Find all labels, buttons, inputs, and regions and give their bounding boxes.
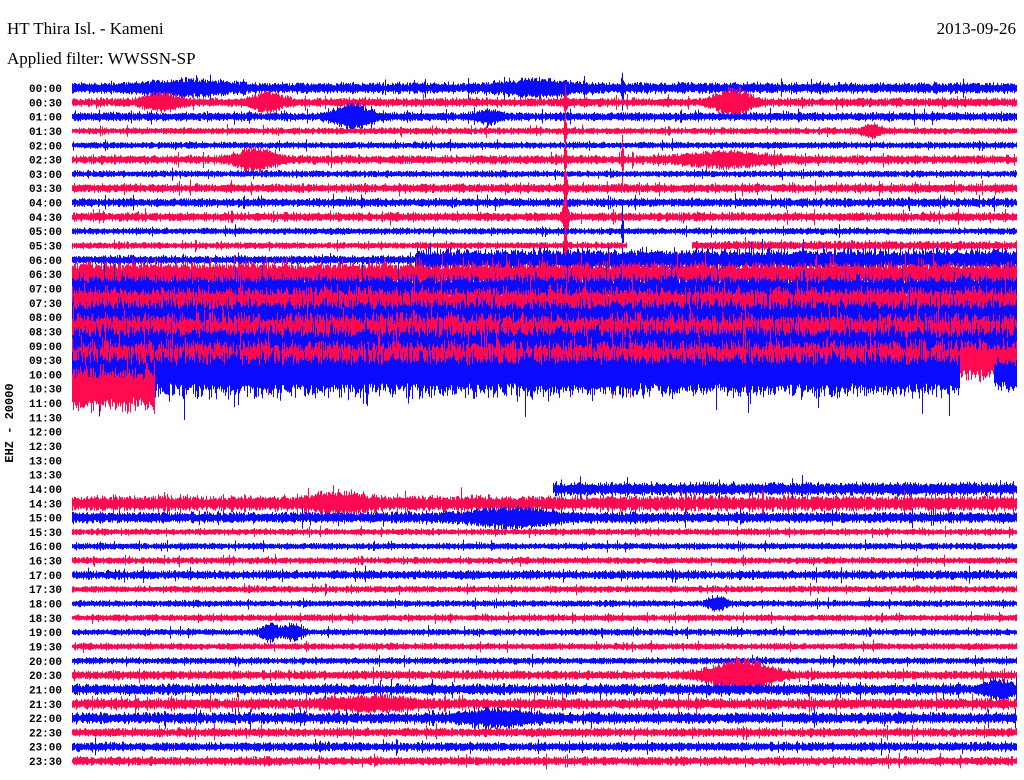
time-tick-label: 08:30 bbox=[29, 327, 62, 339]
trace-row-1530 bbox=[72, 525, 1017, 538]
time-tick-label: 21:00 bbox=[29, 685, 62, 697]
time-tick-label: 03:30 bbox=[29, 184, 62, 196]
time-tick-label: 01:30 bbox=[29, 127, 62, 139]
time-tick-label: 16:30 bbox=[29, 557, 62, 569]
trace-row-1800 bbox=[72, 594, 1017, 612]
time-tick-label: 05:00 bbox=[29, 227, 62, 239]
trace-row-2100 bbox=[72, 676, 1017, 703]
time-tick-label: 11:30 bbox=[29, 413, 62, 425]
trace-row-1830 bbox=[72, 611, 1017, 624]
time-tick-label: 17:00 bbox=[29, 571, 62, 583]
time-tick-label: 03:00 bbox=[29, 170, 62, 182]
time-tick-label: 00:00 bbox=[29, 84, 62, 96]
time-tick-label: 10:30 bbox=[29, 385, 62, 397]
trace-row-0300 bbox=[72, 167, 1017, 181]
time-tick-label: 02:30 bbox=[29, 156, 62, 168]
time-tick-label: 13:00 bbox=[29, 456, 62, 468]
trace-row-1900 bbox=[72, 622, 1017, 644]
time-tick-label: 07:00 bbox=[29, 284, 62, 296]
time-tick-label: 08:00 bbox=[29, 313, 62, 325]
time-tick-label: 22:30 bbox=[29, 728, 62, 740]
time-tick-label: 14:30 bbox=[29, 499, 62, 511]
time-tick-label: 04:30 bbox=[29, 213, 62, 225]
time-tick-label: 19:30 bbox=[29, 642, 62, 654]
time-tick-label: 09:00 bbox=[29, 342, 62, 354]
helicorder-plot: 00:00 00:30 01:00 01:30 02:00 02:30 03:00 03:30… bbox=[29, 72, 1017, 770]
time-tick-label: 19:00 bbox=[29, 628, 62, 640]
time-tick-label: 02:00 bbox=[29, 141, 62, 153]
trace-row-1600 bbox=[72, 539, 1017, 553]
trace-row-1930 bbox=[72, 639, 1017, 653]
time-tick-label: 17:30 bbox=[29, 585, 62, 597]
time-tick-label: 06:00 bbox=[29, 256, 62, 268]
trace-row-2330 bbox=[72, 752, 1017, 770]
trace-row-2000 bbox=[72, 653, 1017, 668]
trace-row-0430 bbox=[72, 189, 1017, 246]
time-tick-label: 21:30 bbox=[29, 700, 62, 712]
time-tick-label: 22:00 bbox=[29, 714, 62, 726]
time-tick-label: 23:00 bbox=[29, 743, 62, 755]
time-tick-label: 13:30 bbox=[29, 471, 62, 483]
trace-row-1630 bbox=[72, 554, 1017, 568]
trace-row-1700 bbox=[72, 565, 1017, 584]
time-tick-label: 12:30 bbox=[29, 442, 62, 454]
time-tick-label: 15:30 bbox=[29, 528, 62, 540]
time-tick-label: 14:00 bbox=[29, 485, 62, 497]
trace-row-1730 bbox=[72, 582, 1017, 596]
time-tick-label: 09:30 bbox=[29, 356, 62, 368]
time-tick-label: 16:00 bbox=[29, 542, 62, 554]
time-tick-label: 11:00 bbox=[29, 399, 62, 411]
trace-row-2130 bbox=[72, 691, 1017, 716]
time-tick-label: 12:00 bbox=[29, 428, 62, 440]
time-tick-label: 01:00 bbox=[29, 113, 62, 125]
time-tick-label: 20:00 bbox=[29, 657, 62, 669]
time-tick-label: 18:00 bbox=[29, 600, 62, 612]
time-tick-label: 07:30 bbox=[29, 299, 62, 311]
time-tick-label: 10:00 bbox=[29, 370, 62, 382]
trace-row-2230 bbox=[72, 723, 1017, 741]
trace-row-0200 bbox=[72, 138, 1017, 152]
time-tick-label: 23:30 bbox=[29, 757, 62, 769]
time-tick-label: 15:00 bbox=[29, 514, 62, 526]
time-tick-label: 20:30 bbox=[29, 671, 62, 683]
time-tick-label: 05:30 bbox=[29, 242, 62, 254]
time-tick-label: 04:00 bbox=[29, 199, 62, 211]
time-tick-label: 18:30 bbox=[29, 614, 62, 626]
time-tick-label: 00:30 bbox=[29, 98, 62, 110]
time-tick-label: 06:30 bbox=[29, 270, 62, 282]
trace-row-0400 bbox=[72, 193, 1017, 212]
